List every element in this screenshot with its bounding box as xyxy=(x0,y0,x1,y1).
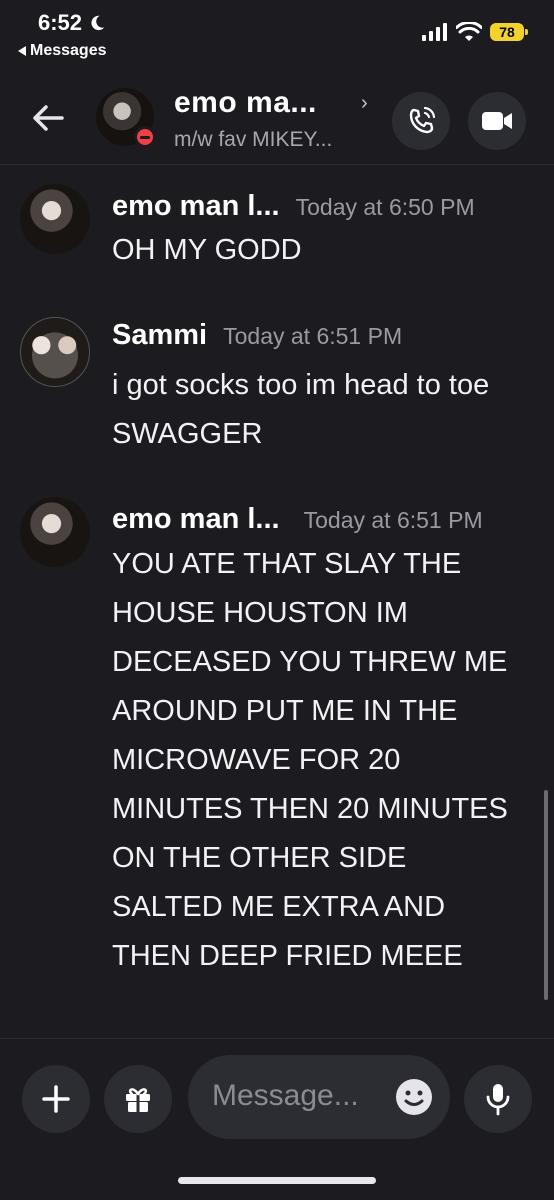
channel-title[interactable]: emo ma... xyxy=(174,86,317,120)
call-button[interactable] xyxy=(392,92,450,150)
message-input[interactable]: Message... xyxy=(188,1055,450,1139)
wifi-icon xyxy=(456,22,482,41)
clock: 6:52 xyxy=(38,10,83,35)
message-meta: emo man l... Today at 6:51 PM xyxy=(112,503,483,536)
status-time: 6:52 xyxy=(38,10,106,36)
chevron-right-icon: › xyxy=(361,92,368,114)
message-timestamp: Today at 6:51 PM xyxy=(303,507,483,533)
message-author[interactable]: Sammi xyxy=(112,319,207,352)
message-composer: Message... xyxy=(0,1038,554,1200)
message-text: i got socks too im head to toe SWAGGER xyxy=(112,369,490,450)
dm-header: emo ma... › m/w fav MIKEY... xyxy=(0,72,554,165)
message-text: YOU ATE THAT SLAY THE HOUSE HOUSTON IM D… xyxy=(112,548,508,972)
arrow-left-icon[interactable] xyxy=(28,98,68,138)
cellular-signal-icon xyxy=(422,23,447,41)
custom-status[interactable]: m/w fav MIKEY... xyxy=(174,128,332,152)
voice-message-button[interactable] xyxy=(464,1065,532,1133)
message-timestamp: Today at 6:51 PM xyxy=(223,323,403,349)
add-attachment-button[interactable] xyxy=(22,1065,90,1133)
scrollbar[interactable] xyxy=(544,790,548,1000)
do-not-disturb-icon xyxy=(134,126,156,148)
video-call-button[interactable] xyxy=(468,92,526,150)
avatar[interactable] xyxy=(20,317,90,387)
back-triangle-icon xyxy=(18,46,26,56)
status-bar: 6:52 Messages 78 xyxy=(0,0,554,72)
battery-indicator: 78 xyxy=(490,23,528,41)
message-author[interactable]: emo man l... xyxy=(112,190,280,223)
message-timestamp: Today at 6:50 PM xyxy=(295,194,475,220)
message-meta: emo man l... Today at 6:50 PM xyxy=(112,190,475,223)
moon-icon xyxy=(91,15,105,31)
message-meta: Sammi Today at 6:51 PM xyxy=(112,319,402,352)
status-indicators: 78 xyxy=(422,22,528,42)
discord-dm-screen: 6:52 Messages 78 emo ma... › m/w fav MIK… xyxy=(0,0,554,1200)
back-to-messages-link[interactable]: Messages xyxy=(18,42,107,60)
message-placeholder: Message... xyxy=(212,1079,359,1112)
message-text: OH MY GODD xyxy=(112,234,302,266)
avatar[interactable] xyxy=(20,497,90,567)
phone-icon xyxy=(409,106,436,134)
gift-icon xyxy=(126,1088,150,1112)
video-camera-icon xyxy=(482,112,512,130)
message-author[interactable]: emo man l... xyxy=(112,503,280,536)
smiley-icon[interactable] xyxy=(394,1077,434,1117)
avatar[interactable] xyxy=(20,184,90,254)
back-app-label: Messages xyxy=(30,42,107,59)
microphone-icon xyxy=(486,1084,510,1116)
home-indicator[interactable] xyxy=(178,1177,376,1184)
plus-icon xyxy=(42,1085,70,1113)
gift-button[interactable] xyxy=(104,1065,172,1133)
